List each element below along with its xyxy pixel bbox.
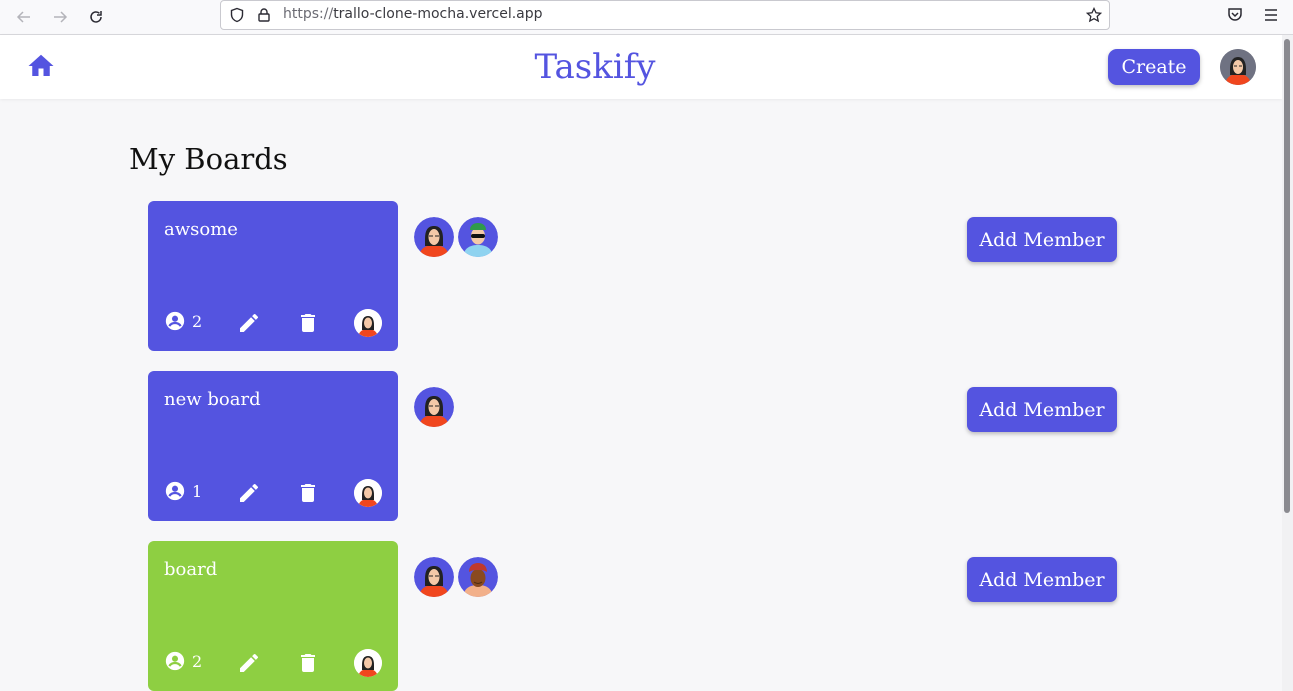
- avatar-woman-headwrap-icon: [458, 557, 498, 597]
- app-title: Taskify: [534, 47, 656, 87]
- board-card-footer: 1: [164, 479, 382, 509]
- delete-icon[interactable]: [296, 651, 320, 675]
- owner-avatar: [354, 479, 382, 507]
- edit-icon[interactable]: [237, 651, 261, 675]
- shield-icon[interactable]: [229, 7, 245, 23]
- board-members: [414, 557, 498, 597]
- add-member-button[interactable]: Add Member: [967, 557, 1117, 602]
- avatar-woman-glasses-icon: [354, 309, 382, 337]
- member-count: 1: [164, 480, 202, 502]
- member-count: 2: [164, 650, 202, 672]
- page-title: My Boards: [129, 142, 288, 176]
- member-count-value: 1: [192, 481, 203, 501]
- board-members: [414, 217, 498, 257]
- edit-icon[interactable]: [237, 311, 261, 335]
- browser-toolbar: https://trallo-clone-mocha.vercel.app: [0, 0, 1293, 35]
- back-icon[interactable]: [12, 5, 36, 29]
- avatar-woman-glasses-icon: [354, 479, 382, 507]
- scroll-thumb[interactable]: [1284, 39, 1290, 513]
- board-card-footer: 2: [164, 649, 382, 679]
- member-avatar: [414, 557, 454, 597]
- reload-icon[interactable]: [84, 5, 108, 29]
- forward-icon[interactable]: [48, 5, 72, 29]
- lock-icon[interactable]: [256, 7, 272, 23]
- star-icon[interactable]: [1086, 7, 1102, 23]
- add-member-button[interactable]: Add Member: [967, 387, 1117, 432]
- member-count-value: 2: [192, 651, 203, 671]
- delete-icon[interactable]: [296, 311, 320, 335]
- member-avatar: [414, 387, 454, 427]
- add-member-button[interactable]: Add Member: [967, 217, 1117, 262]
- address-bar[interactable]: https://trallo-clone-mocha.vercel.app: [220, 0, 1110, 30]
- board-card[interactable]: awsome 2: [148, 201, 398, 351]
- url-text: https://trallo-clone-mocha.vercel.app: [283, 6, 543, 22]
- url-protocol: https://: [283, 6, 334, 22]
- avatar-woman-glasses-icon: [414, 217, 454, 257]
- member-count: 2: [164, 310, 202, 332]
- create-button[interactable]: Create: [1108, 49, 1200, 85]
- page-scrollbar[interactable]: [1282, 35, 1293, 691]
- board-name: new board: [164, 389, 261, 410]
- board-card[interactable]: board 2: [148, 541, 398, 691]
- board-name: board: [164, 559, 218, 580]
- member-count-value: 2: [192, 311, 203, 331]
- board-card-footer: 2: [164, 309, 382, 339]
- avatar-woman-glasses-icon: [414, 387, 454, 427]
- account-circle-icon: [165, 651, 185, 671]
- board-row: new board 1 Add Member: [0, 371, 1282, 521]
- app-header: Taskify Create: [0, 35, 1282, 99]
- account-circle-icon: [165, 481, 185, 501]
- menu-icon[interactable]: [1262, 6, 1280, 24]
- board-name: awsome: [164, 219, 238, 240]
- avatar-man-sunglasses-icon: [458, 217, 498, 257]
- delete-icon[interactable]: [296, 481, 320, 505]
- board-row: board 2 Add Member: [0, 541, 1282, 691]
- url-host: trallo-clone-mocha.vercel.app: [333, 6, 543, 22]
- owner-avatar: [354, 309, 382, 337]
- avatar-woman-glasses-icon: [1220, 49, 1256, 85]
- edit-icon[interactable]: [237, 481, 261, 505]
- account-circle-icon: [165, 311, 185, 331]
- avatar-woman-glasses-icon: [354, 649, 382, 677]
- pocket-icon[interactable]: [1226, 6, 1244, 24]
- member-avatar: [458, 557, 498, 597]
- board-card[interactable]: new board 1: [148, 371, 398, 521]
- owner-avatar: [354, 649, 382, 677]
- board-members: [414, 387, 454, 427]
- board-row: awsome 2 Add Member: [0, 201, 1282, 351]
- avatar-woman-glasses-icon: [414, 557, 454, 597]
- user-avatar[interactable]: [1220, 49, 1256, 85]
- member-avatar: [414, 217, 454, 257]
- member-avatar: [458, 217, 498, 257]
